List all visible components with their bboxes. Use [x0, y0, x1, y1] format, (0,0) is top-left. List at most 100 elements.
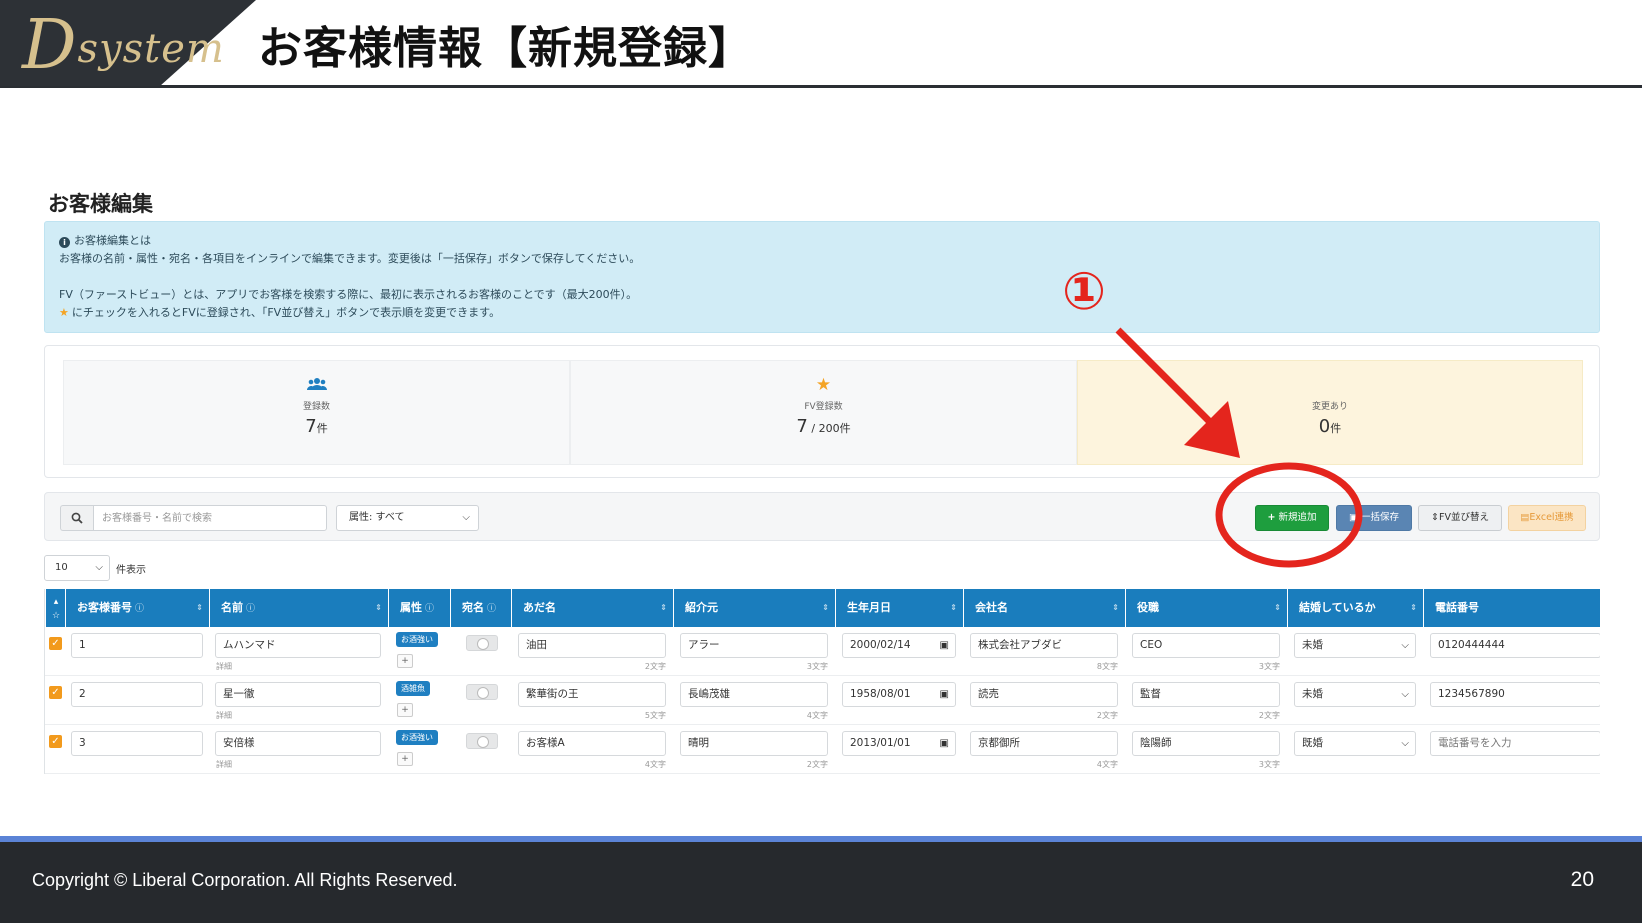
char-count: 8文字	[1096, 662, 1118, 671]
honorific-toggle[interactable]	[466, 635, 498, 651]
calendar-icon[interactable]: ▣	[940, 683, 949, 706]
col-position[interactable]: 役職 ⇕	[1125, 589, 1287, 627]
name-input[interactable]: 安倍様	[215, 731, 381, 756]
add-new-button[interactable]: + 新規追加	[1255, 505, 1329, 531]
char-count: 3文字	[806, 662, 828, 671]
sort-icon: ▴	[53, 597, 59, 607]
fv-max: / 200	[807, 422, 840, 435]
name-input[interactable]: ムハンマド	[215, 633, 381, 658]
married-select[interactable]: 未婚 ⌵	[1294, 633, 1416, 658]
users-icon	[64, 377, 569, 393]
star-icon: ★	[815, 375, 832, 395]
sort-icon: ⇕	[1274, 603, 1281, 612]
fv-sort-button[interactable]: ⇕FV並び替え	[1418, 505, 1502, 531]
fv-checkbox[interactable]: ✓	[49, 735, 62, 748]
info-icon: i	[59, 237, 70, 248]
col-phone[interactable]: 電話番号	[1423, 589, 1600, 627]
nickname-input[interactable]: 繁華街の王	[518, 682, 666, 707]
birthdate-input[interactable]: 2000/02/14 ▣	[842, 633, 956, 658]
add-new-label: 新規追加	[1278, 512, 1317, 523]
customer-no-input[interactable]: 2	[71, 682, 203, 707]
char-count: 2文字	[1258, 711, 1280, 720]
changes-number: 0	[1318, 416, 1331, 437]
col-nickname[interactable]: あだ名 ⇕	[511, 589, 673, 627]
col-referrer[interactable]: 紹介元 ⇕	[673, 589, 835, 627]
copyright-text: Copyright © Liberal Corporation. All Rig…	[32, 870, 458, 890]
position-input[interactable]: 監督	[1132, 682, 1280, 707]
search-icon	[71, 512, 83, 524]
detail-link[interactable]: 詳細	[216, 759, 232, 770]
customer-table: ▴ ☆ お客様番号 ⓘ ⇕ 名前 ⓘ ⇕ 属性 ⓘ 宛名 ⓘ あだ名 ⇕ 紹介元 ⇕ 生年月日 ⇕ …	[44, 589, 1600, 774]
attribute-badge[interactable]: お酒強い	[396, 632, 438, 647]
birthdate-input[interactable]: 2013/01/01 ▣	[842, 731, 956, 756]
excel-label: Excel連携	[1529, 512, 1574, 523]
phone-input[interactable]: 電話番号を入力	[1430, 731, 1600, 756]
attribute-badge[interactable]: 酒雑魚	[396, 681, 430, 696]
stat-changes-label: 変更あり	[1311, 402, 1348, 412]
referrer-input[interactable]: 長嶋茂雄	[680, 682, 828, 707]
help-icon: ⓘ	[246, 604, 256, 614]
excel-button[interactable]: ▤Excel連携	[1508, 505, 1586, 531]
chevron-down-icon: ⌵	[1401, 689, 1409, 700]
attribute-badge[interactable]: お酒強い	[396, 730, 438, 745]
nickname-input[interactable]: お客様A	[518, 731, 666, 756]
col-company[interactable]: 会社名 ⇕	[963, 589, 1125, 627]
add-attribute-button[interactable]: +	[397, 752, 413, 766]
col-birthdate[interactable]: 生年月日 ⇕	[835, 589, 963, 627]
attribute-filter-select[interactable]: 属性: すべて ⌵	[336, 505, 479, 531]
table-row: ✓ 3 安倍様 詳細 お酒強い + お客様A 4文字 晴明 2文字 2013/0…	[45, 725, 1600, 774]
calendar-icon[interactable]: ▣	[940, 634, 949, 657]
company-input[interactable]: 読売	[970, 682, 1118, 707]
name-input[interactable]: 星一徹	[215, 682, 381, 707]
calendar-icon[interactable]: ▣	[940, 732, 949, 755]
referrer-input[interactable]: 晴明	[680, 731, 828, 756]
honorific-toggle[interactable]	[466, 733, 498, 749]
phone-input[interactable]: 0120444444	[1430, 633, 1600, 658]
search-button[interactable]	[60, 505, 93, 531]
char-count: 2文字	[806, 760, 828, 769]
col-customer-no[interactable]: お客様番号 ⓘ ⇕	[65, 589, 209, 627]
sort-icon: ⇕	[822, 603, 829, 612]
help-icon: ⓘ	[425, 604, 435, 614]
annotation-step-number: ①	[1062, 262, 1107, 322]
help-icon: ⓘ	[135, 604, 145, 614]
referrer-input[interactable]: アラー	[680, 633, 828, 658]
logo-initial: D	[22, 6, 78, 85]
col-name[interactable]: 名前 ⓘ ⇕	[209, 589, 388, 627]
detail-link[interactable]: 詳細	[216, 710, 232, 721]
char-count: 2文字	[644, 662, 666, 671]
logo-rest: system	[77, 26, 225, 72]
position-input[interactable]: CEO	[1132, 633, 1280, 658]
married-select[interactable]: 既婚 ⌵	[1294, 731, 1416, 756]
bulk-save-button[interactable]: ▣ 一括保存	[1336, 505, 1412, 531]
position-input[interactable]: 陰陽師	[1132, 731, 1280, 756]
fv-number: 7	[796, 416, 808, 437]
phone-input[interactable]: 1234567890	[1430, 682, 1600, 707]
page-size-select[interactable]: 10 ⌵	[44, 555, 110, 581]
company-input[interactable]: 株式会社アブダビ	[970, 633, 1118, 658]
stat-fv-label: FV登録数	[804, 402, 843, 412]
add-attribute-button[interactable]: +	[397, 654, 413, 668]
honorific-toggle[interactable]	[466, 684, 498, 700]
sort-icon: ⇕	[1112, 603, 1119, 612]
save-icon: ▣	[1348, 512, 1358, 523]
info-heading: お客様編集とは	[74, 234, 151, 247]
birthdate-input[interactable]: 1958/08/01 ▣	[842, 682, 956, 707]
married-select[interactable]: 未婚 ⌵	[1294, 682, 1416, 707]
customer-no-input[interactable]: 3	[71, 731, 203, 756]
col-honorific[interactable]: 宛名 ⓘ	[450, 589, 511, 627]
nickname-input[interactable]: 油田	[518, 633, 666, 658]
add-attribute-button[interactable]: +	[397, 703, 413, 717]
fv-column-header[interactable]: ▴ ☆	[45, 589, 63, 627]
col-attribute[interactable]: 属性 ⓘ	[388, 589, 450, 627]
bulk-save-label: 一括保存	[1361, 512, 1400, 523]
fv-checkbox[interactable]: ✓	[49, 637, 62, 650]
info-line-2: FV（ファーストビュー）とは、アプリでお客様を検索する際に、最初に表示されるお客…	[59, 288, 638, 301]
col-married[interactable]: 結婚しているか ⇕	[1287, 589, 1423, 627]
fv-checkbox[interactable]: ✓	[49, 686, 62, 699]
search-input[interactable]	[93, 505, 327, 531]
customer-no-input[interactable]: 1	[71, 633, 203, 658]
chevron-down-icon: ⌵	[95, 562, 103, 573]
detail-link[interactable]: 詳細	[216, 661, 232, 672]
company-input[interactable]: 京都御所	[970, 731, 1118, 756]
